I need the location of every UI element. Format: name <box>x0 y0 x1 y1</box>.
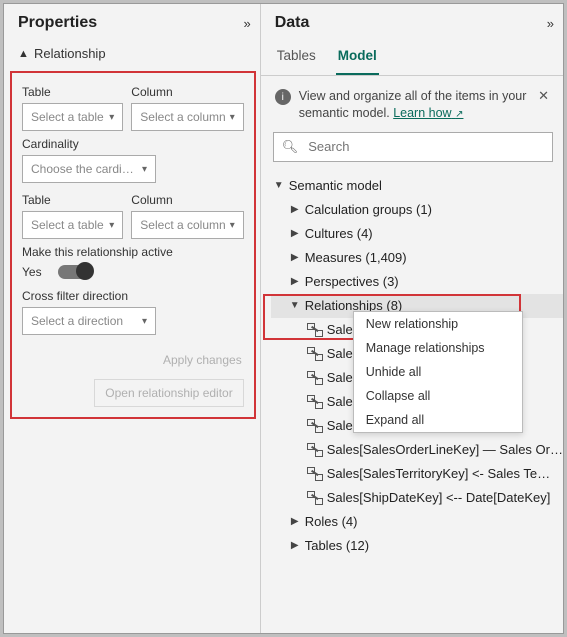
chevron-down-icon: ▾ <box>230 112 235 123</box>
crossfilter-label: Cross filter direction <box>22 289 244 303</box>
collapse-properties-icon[interactable]: » <box>243 16 247 31</box>
apply-changes-button[interactable]: Apply changes <box>161 349 244 371</box>
tree-root[interactable]: ▼Semantic model <box>271 174 563 198</box>
tree-perspectives[interactable]: ▶Perspectives (3) <box>271 270 563 294</box>
chevron-right-icon: ▶ <box>289 516 301 527</box>
close-info-icon[interactable]: ✕ <box>536 88 551 104</box>
data-title: Data <box>275 14 310 32</box>
tree-relationship-item[interactable]: Sales[ShipDateKey] <-- Date[DateKey] <box>271 486 563 510</box>
chevron-down-icon: ▼ <box>289 300 301 311</box>
column2-label: Column <box>131 193 243 207</box>
ctx-manage-relationships[interactable]: Manage relationships <box>354 336 522 360</box>
ctx-expand-all[interactable]: Expand all <box>354 408 522 432</box>
ctx-collapse-all[interactable]: Collapse all <box>354 384 522 408</box>
tree-cultures[interactable]: ▶Cultures (4) <box>271 222 563 246</box>
external-link-icon: ↗ <box>455 109 463 120</box>
relationship-icon <box>307 347 323 361</box>
data-header: Data » <box>261 4 563 40</box>
chevron-right-icon: ▶ <box>289 204 301 215</box>
table1-label: Table <box>22 85 123 99</box>
tab-tables[interactable]: Tables <box>275 40 318 75</box>
caret-up-icon: ▲ <box>18 48 28 60</box>
chevron-down-icon: ▾ <box>142 316 147 327</box>
tree-calc-groups[interactable]: ▶Calculation groups (1) <box>271 198 563 222</box>
relationship-icon <box>307 371 323 385</box>
tree-tables[interactable]: ▶Tables (12) <box>271 534 563 558</box>
table1-dropdown[interactable]: Select a table ▾ <box>22 103 123 131</box>
properties-panel: Properties » ▲ Relationship Table Select… <box>4 4 261 633</box>
chevron-right-icon: ▶ <box>289 540 301 551</box>
ctx-unhide-all[interactable]: Unhide all <box>354 360 522 384</box>
context-menu: New relationship Manage relationships Un… <box>353 311 523 433</box>
info-icon: i <box>275 89 291 105</box>
info-text: View and organize all of the items in yo… <box>299 88 528 122</box>
column1-label: Column <box>131 85 243 99</box>
table2-dropdown[interactable]: Select a table ▾ <box>22 211 123 239</box>
data-panel: Data » Tables Model i View and organize … <box>261 4 563 633</box>
search-box[interactable]: 🔍︎ <box>273 132 553 162</box>
chevron-right-icon: ▶ <box>289 276 301 287</box>
relationship-icon <box>307 323 323 337</box>
chevron-down-icon: ▾ <box>142 164 147 175</box>
learn-how-link[interactable]: Learn how ↗ <box>393 106 463 120</box>
crossfilter-dropdown[interactable]: Select a direction ▾ <box>22 307 156 335</box>
table2-label: Table <box>22 193 123 207</box>
chevron-right-icon: ▶ <box>289 228 301 239</box>
data-tabs: Tables Model <box>261 40 563 76</box>
app-frame: Properties » ▲ Relationship Table Select… <box>3 3 564 634</box>
relationship-icon <box>307 419 323 433</box>
collapse-data-icon[interactable]: » <box>547 16 551 31</box>
relationship-icon <box>307 491 323 505</box>
open-editor-button[interactable]: Open relationship editor <box>94 379 243 407</box>
chevron-down-icon: ▾ <box>109 112 114 123</box>
relationship-section-label: Relationship <box>34 46 106 61</box>
relationship-form: Table Select a table ▾ Column Select a c… <box>10 71 256 419</box>
column2-dropdown[interactable]: Select a column ▾ <box>131 211 243 239</box>
cardinality-dropdown[interactable]: Choose the cardin… ▾ <box>22 155 156 183</box>
chevron-down-icon: ▼ <box>273 180 285 191</box>
tree-relationship-item[interactable]: Sales[SalesTerritoryKey] <- Sales Te… <box>271 462 563 486</box>
relationship-icon <box>307 395 323 409</box>
info-banner: i View and organize all of the items in … <box>273 88 553 122</box>
search-icon: 🔍︎ <box>282 139 299 155</box>
chevron-right-icon: ▶ <box>289 252 301 263</box>
active-label: Make this relationship active <box>22 245 244 259</box>
relationship-section-header[interactable]: ▲ Relationship <box>4 40 260 71</box>
chevron-down-icon: ▾ <box>230 220 235 231</box>
relationship-icon <box>307 443 323 457</box>
model-tree-container: ▼Semantic model ▶Calculation groups (1) … <box>261 172 563 633</box>
tree-roles[interactable]: ▶Roles (4) <box>271 510 563 534</box>
tab-model[interactable]: Model <box>336 40 379 75</box>
tree-measures[interactable]: ▶Measures (1,409) <box>271 246 563 270</box>
column1-dropdown[interactable]: Select a column ▾ <box>131 103 243 131</box>
properties-header: Properties » <box>4 4 260 40</box>
relationship-icon <box>307 467 323 481</box>
tree-relationship-item[interactable]: Sales[SalesOrderLineKey] — Sales Or… <box>271 438 563 462</box>
ctx-new-relationship[interactable]: New relationship <box>354 312 522 336</box>
properties-title: Properties <box>18 14 97 32</box>
chevron-down-icon: ▾ <box>109 220 114 231</box>
search-input[interactable] <box>306 138 544 155</box>
active-toggle[interactable] <box>58 265 92 279</box>
cardinality-label: Cardinality <box>22 137 244 151</box>
active-value: Yes <box>22 265 48 279</box>
